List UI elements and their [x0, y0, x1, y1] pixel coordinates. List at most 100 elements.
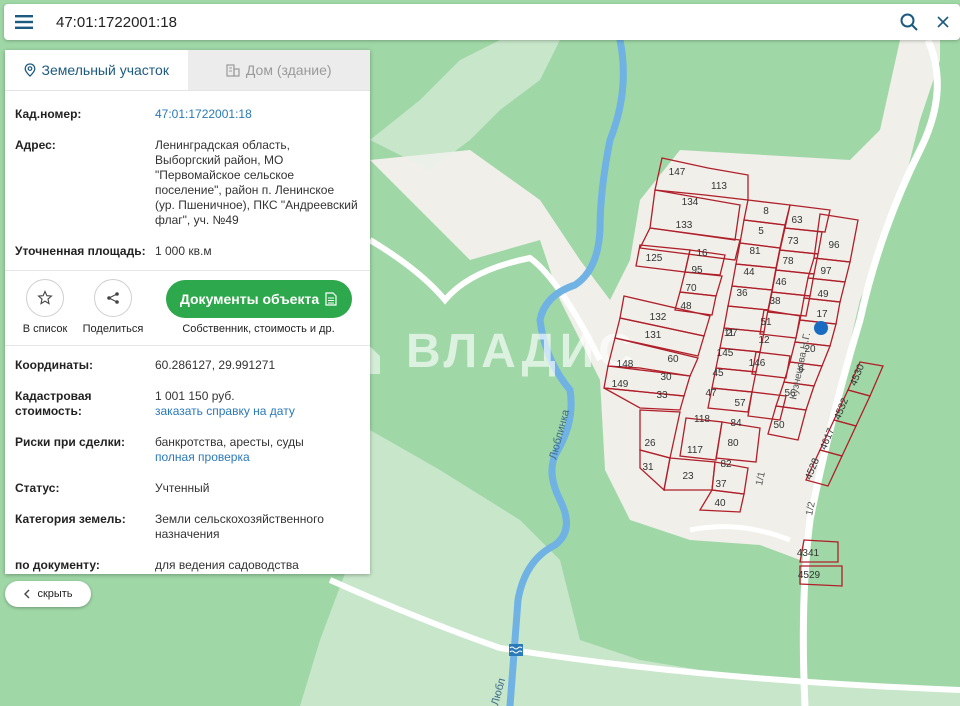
area-row: Уточненная площадь: 1 000 кв.м: [5, 244, 370, 259]
plot-number-label: 44: [743, 267, 755, 278]
close-icon: [937, 16, 949, 28]
cadnum-row: Кад.номер: 47:01:1722001:18: [5, 107, 370, 122]
plot-number-label: 31: [642, 462, 654, 473]
category-line: Земли сельскохозяйственного: [155, 512, 324, 526]
plot-number-label: 133: [676, 220, 693, 231]
field-label-line: Кадастровая: [15, 389, 92, 403]
action-label: В список: [22, 323, 68, 335]
plot-number-label: 81: [749, 246, 761, 257]
hamburger-icon: [15, 15, 33, 29]
address-value: Ленинградская область, Выборгский район,…: [155, 138, 360, 228]
documents-button[interactable]: Документы объекта: [165, 280, 352, 318]
search-input[interactable]: [44, 4, 892, 40]
favorite-circle: [26, 279, 64, 317]
plot-number-label: 82: [720, 459, 732, 470]
order-report-link[interactable]: заказать справку на дату: [155, 404, 360, 419]
address-line: "Первомайское сельское: [155, 168, 295, 182]
watermark: ВЛАДИС: [406, 325, 637, 378]
menu-button[interactable]: [4, 4, 44, 40]
building-icon: [226, 64, 240, 77]
plot-number-label: 27: [726, 328, 738, 339]
share-button[interactable]: Поделиться: [79, 279, 147, 335]
status-value: Учтенный: [155, 481, 210, 495]
plot-number-label: 148: [617, 359, 634, 370]
plot-number-label: 5: [758, 226, 764, 237]
risks-text: банкротства, аресты, суды: [155, 435, 304, 449]
address-line: поселение", район п. Ленинское: [155, 183, 335, 197]
location-pin-icon: [24, 63, 35, 77]
tab-land-plot[interactable]: Земельный участок: [5, 50, 188, 90]
selected-location-marker[interactable]: [814, 321, 828, 335]
plot-number-label: 49: [817, 289, 829, 300]
plot-number-label: 84: [730, 418, 742, 429]
plot-number-label: 117: [687, 445, 703, 456]
plot-number-label: 4341: [797, 548, 820, 559]
plot-number-label: 125: [646, 253, 663, 264]
address-line: (ур. Пшеничное), ПКС "Андреевский: [155, 198, 358, 212]
share-icon: [107, 292, 119, 304]
document-icon: [325, 292, 337, 306]
plot-number-label: 12: [758, 335, 770, 346]
category-line: назначения: [155, 527, 220, 541]
category-row: Категория земель: Земли сельскохозяйстве…: [5, 512, 370, 542]
plot-number-label: 48: [680, 301, 692, 312]
clear-search-button[interactable]: [926, 4, 960, 40]
address-row: Адрес: Ленинградская область, Выборгский…: [5, 138, 370, 228]
plot-number-label: 149: [612, 379, 629, 390]
plot-number-label: 30: [660, 372, 672, 383]
search-bar: [4, 4, 960, 40]
plot-number-label: 63: [791, 215, 803, 226]
plot-number-label: 134: [682, 197, 699, 208]
field-label: Статус:: [15, 481, 60, 495]
documents-button-label: Документы объекта: [179, 291, 320, 307]
tab-label: Дом (здание): [245, 62, 332, 78]
risks-value: банкротства, аресты, суды полная проверк…: [155, 435, 360, 465]
address-line: Выборгский район, МО: [155, 153, 284, 167]
plot-number-label: 146: [749, 358, 766, 369]
cost-amount: 1 001 150 руб.: [155, 389, 235, 403]
action-label: Поделиться: [82, 323, 144, 335]
plot-number-label: 50: [773, 420, 785, 431]
field-label: по документу:: [15, 558, 100, 572]
plot-number-label: 73: [787, 236, 799, 247]
tab-building[interactable]: Дом (здание): [187, 50, 370, 90]
field-label: Адрес:: [15, 138, 56, 152]
area-value: 1 000 кв.м: [155, 244, 212, 258]
plot-number-label: 78: [782, 256, 794, 267]
address-line: флаг", уч. №49: [155, 213, 239, 227]
cost-value: 1 001 150 руб. заказать справку на дату: [155, 389, 360, 419]
add-to-list-button[interactable]: В список: [11, 279, 79, 335]
hide-panel-button[interactable]: скрыть: [5, 581, 91, 607]
search-icon: [900, 13, 918, 31]
plot-number-label: 33: [656, 390, 668, 401]
plot-number-label: 4529: [798, 570, 821, 581]
plot-number-label: 38: [769, 296, 781, 307]
plot-number-label: 97: [820, 266, 832, 277]
risks-row: Риски при сделки: банкротства, аресты, с…: [5, 435, 370, 465]
share-circle: [94, 279, 132, 317]
coords-value: 60.286127, 29.991271: [155, 358, 276, 372]
coords-row: Координаты: 60.286127, 29.991271: [5, 358, 370, 373]
action-bar: В список Поделиться Документы объекта Со…: [5, 270, 370, 346]
plot-number-label: 36: [736, 288, 748, 299]
documents-subtitle: Собственник, стоимость и др.: [182, 323, 335, 335]
plot-number-label: 26: [644, 438, 656, 449]
address-line: Ленинградская область,: [155, 138, 291, 152]
plot-number-label: 145: [717, 348, 734, 359]
cadnum-link[interactable]: 47:01:1722001:18: [155, 107, 360, 122]
full-check-link[interactable]: полная проверка: [155, 450, 360, 465]
field-label: Кад.номер:: [15, 107, 82, 121]
plot-number-label: 37: [715, 479, 727, 490]
plot-number-label: 70: [685, 283, 697, 294]
dam-icon: [509, 644, 523, 656]
plot-number-label: 57: [734, 398, 746, 409]
field-label: Категория земель:: [15, 512, 126, 526]
object-info-panel: Земельный участок Дом (здание) Кад.номер…: [5, 50, 370, 574]
plot-number-label: 47: [705, 388, 717, 399]
plot-number-label: 95: [691, 265, 703, 276]
search-button[interactable]: [892, 4, 926, 40]
plot-number-label: 131: [645, 330, 662, 341]
status-row: Статус: Учтенный: [5, 481, 370, 496]
plot-number-label: 51: [760, 317, 772, 328]
plot-number-label: 16: [696, 248, 708, 259]
